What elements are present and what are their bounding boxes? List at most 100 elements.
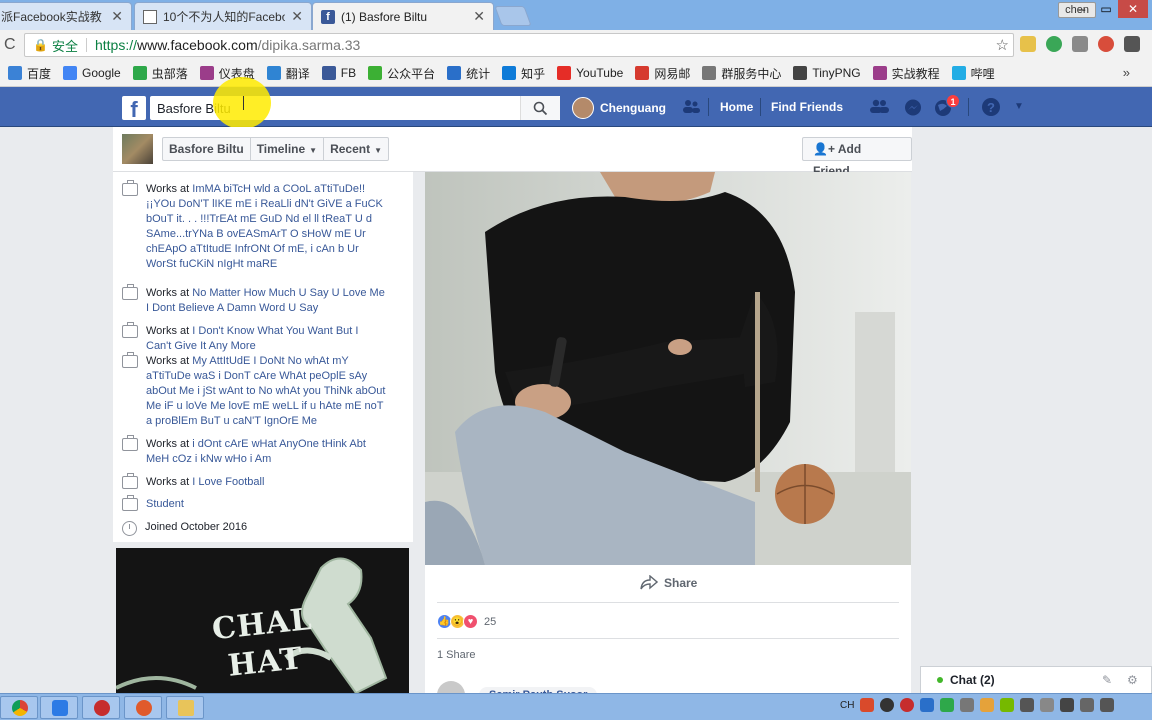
taskbar-recorder[interactable] (82, 696, 120, 719)
profile-name-button[interactable]: Basfore Biltu (163, 138, 251, 160)
extension-icon[interactable] (1046, 36, 1062, 52)
network-icon[interactable] (1080, 698, 1095, 712)
bookmark-item[interactable]: Google (63, 66, 121, 80)
taskbar-app[interactable] (124, 696, 162, 719)
briefcase-icon (122, 284, 138, 300)
window-close-icon[interactable]: ✕ (1118, 0, 1148, 18)
bookmark-item[interactable]: 知乎 (502, 65, 545, 82)
tray-icon[interactable] (920, 698, 935, 712)
bookmark-item[interactable]: 统计 (447, 65, 490, 82)
tray-icon[interactable] (880, 698, 895, 712)
intro-work-text: Works at My AttItUdE I DoNt No whAt mY a… (146, 354, 386, 429)
volume-icon[interactable] (1100, 698, 1115, 712)
close-icon[interactable]: ✕ (473, 8, 485, 25)
tray-icon[interactable] (860, 698, 875, 712)
taskbar-explorer[interactable] (166, 696, 204, 719)
bookmark-label: 知乎 (521, 66, 546, 81)
tray-icon[interactable] (1060, 698, 1075, 712)
intro-work-item: Works at No Matter How Much U Say U Love… (122, 284, 386, 316)
secure-label: 安全 (51, 38, 78, 54)
home-link[interactable]: Home (720, 100, 753, 114)
help-icon[interactable]: ? (981, 97, 1001, 121)
post-photo[interactable] (425, 172, 911, 565)
bookmark-item[interactable]: YouTube (557, 66, 623, 80)
maximize-icon[interactable]: ▭ (1094, 0, 1118, 18)
bookmarks-bar: 百度 Google 虫部落 仪表盘 翻译 FB 公众平台 统计 知乎 YouTube 网易邮 群服务中… (0, 60, 1152, 87)
chat-bar[interactable]: Chat (2) ✎ ⚙ (920, 666, 1152, 693)
friends-icon[interactable] (869, 99, 889, 117)
tray-icon[interactable] (1040, 698, 1055, 712)
extension-icon[interactable] (1098, 36, 1114, 52)
taskbar-app[interactable] (40, 696, 78, 719)
folder-icon (178, 700, 194, 716)
bookmark-item[interactable]: 群服务中心 (702, 65, 781, 82)
tray-icon[interactable] (980, 698, 995, 712)
shares-count[interactable]: 1 Share (437, 649, 476, 661)
profile-thumbnail[interactable] (122, 134, 153, 164)
bookmark-item[interactable]: 网易邮 (635, 65, 690, 82)
tray-icon[interactable] (940, 698, 955, 712)
extension-icon[interactable] (1124, 36, 1140, 52)
bookmark-favicon-icon (132, 66, 147, 80)
new-tab-button[interactable] (494, 6, 532, 26)
facebook-header: f Chenguang Home Find Friends 1 ? ▼ (0, 87, 1152, 127)
tray-icon[interactable] (1020, 698, 1035, 712)
briefcase-icon (122, 322, 138, 338)
bookmark-favicon-icon (635, 66, 650, 80)
timeline-dropdown[interactable]: Timeline ▼ (251, 138, 325, 160)
timeline-nav: Basfore Biltu Timeline ▼ Recent ▼ (162, 137, 390, 161)
reload-icon[interactable]: C (4, 36, 16, 54)
tray-icon[interactable] (1000, 698, 1015, 712)
browser-tab-2[interactable]: 10个不为人知的Facebo ✕ (134, 2, 312, 30)
bookmark-label: Google (82, 66, 121, 80)
search-button[interactable] (520, 96, 560, 120)
bookmark-favicon-icon (872, 66, 887, 80)
browser-tab-active[interactable]: f (1) Basfore Biltu ✕ (312, 2, 494, 30)
friends-settings-icon[interactable]: ⚙ (1127, 673, 1138, 687)
add-friend-button[interactable]: 👤+ Add Friend (802, 137, 912, 178)
divider (437, 638, 899, 639)
browser-tab-1[interactable]: 派Facebook实战教 ✕ (0, 2, 132, 30)
friend-requests-nav-icon[interactable] (682, 99, 700, 117)
input-method-label[interactable]: CH (840, 700, 854, 711)
bookmark-item[interactable]: FB (321, 66, 357, 80)
reactions[interactable]: 👍 😮 ♥ 25 (437, 614, 496, 629)
briefcase-icon (122, 495, 138, 511)
bookmark-item[interactable]: 哔哩 (951, 65, 995, 82)
minimize-icon[interactable]: – (1070, 0, 1094, 18)
tray-icon[interactable] (960, 698, 975, 712)
share-button[interactable]: Share (640, 575, 697, 591)
bookmark-item[interactable]: TinyPNG (793, 66, 861, 80)
bookmark-star-icon[interactable]: ☆ (996, 36, 1009, 54)
extension-icon[interactable] (1020, 36, 1036, 52)
workplace-link[interactable]: ImMA biTcH wld a COoL aTtiTuDe!! ¡¡YOu D… (146, 183, 383, 270)
recent-dropdown[interactable]: Recent ▼ (324, 138, 388, 160)
search-input[interactable] (150, 96, 560, 120)
compose-icon[interactable]: ✎ (1102, 673, 1112, 687)
workplace-link[interactable]: I Love Football (192, 476, 264, 488)
close-icon[interactable]: ✕ (291, 8, 303, 25)
extension-icon[interactable] (1072, 36, 1088, 52)
bookmark-label: FB (340, 66, 357, 80)
intro-student-text[interactable]: Student (146, 497, 386, 512)
bookmark-item[interactable]: 实战教程 (872, 65, 940, 82)
find-friends-link[interactable]: Find Friends (771, 100, 843, 114)
close-icon[interactable]: ✕ (111, 8, 123, 25)
briefcase-icon (122, 473, 138, 489)
profile-link[interactable]: Chenguang (572, 97, 666, 119)
intro-work-item: Works at My AttItUdE I DoNt No whAt mY a… (122, 352, 386, 429)
avatar (572, 97, 594, 119)
tray-icon[interactable] (900, 698, 915, 712)
account-menu-caret-icon[interactable]: ▼ (1014, 101, 1024, 112)
taskbar-chrome[interactable] (0, 696, 38, 719)
facebook-logo-icon[interactable]: f (122, 96, 146, 120)
address-bar[interactable]: 🔒 安全 https:// www.facebook.com /dipika.s… (24, 33, 1014, 57)
bookmark-item[interactable]: 公众平台 (368, 65, 435, 82)
bookmark-item[interactable]: 翻译 (266, 65, 310, 82)
bookmark-item[interactable]: 百度 (8, 65, 51, 82)
bookmark-item[interactable]: 虫部落 (132, 65, 188, 82)
photo-tile[interactable]: CHAL HAT (116, 548, 409, 693)
bookmarks-overflow-icon[interactable]: » (1123, 65, 1130, 80)
messenger-icon[interactable] (904, 99, 922, 121)
clock-icon (122, 521, 137, 536)
